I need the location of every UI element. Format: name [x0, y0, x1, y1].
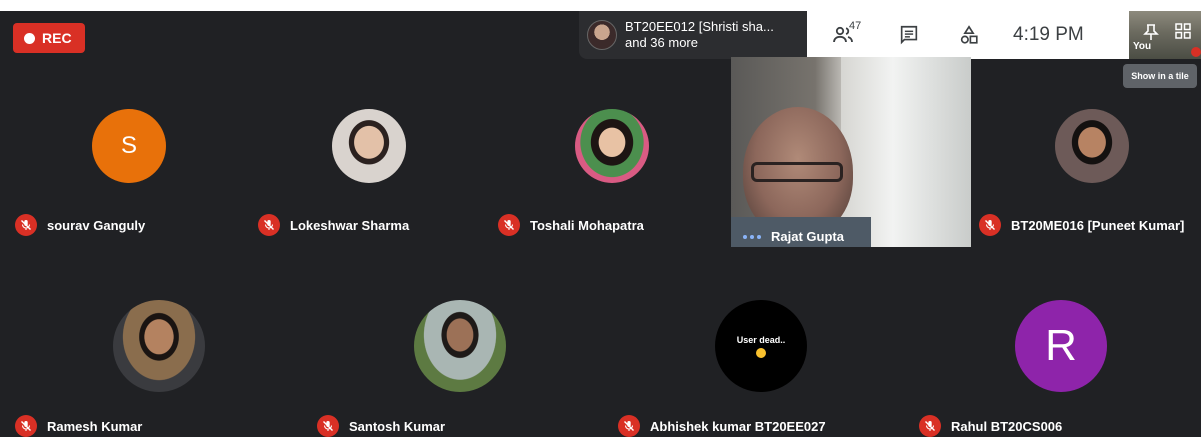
- participant-name: Rahul BT20CS006: [951, 418, 1063, 434]
- top-strip: [0, 0, 1201, 11]
- participant-initial: R: [1045, 321, 1077, 370]
- participant-name-row: Rahul BT20CS006: [919, 415, 1062, 437]
- speaking-indicator-icon: [743, 234, 761, 239]
- participant-photo: [414, 300, 506, 392]
- participant-name: sourav Ganguly: [47, 217, 146, 233]
- presenter-others: and 36 more: [625, 35, 698, 50]
- participant-video-tile[interactable]: Rajat Gupta: [731, 57, 971, 247]
- activities-button[interactable]: [939, 11, 999, 59]
- participant-photo: [332, 109, 406, 183]
- participant-avatar: R: [1015, 300, 1107, 392]
- participant-name-row: BT20ME016 [Puneet Kumar]: [979, 214, 1184, 236]
- participant-name-row: Toshali Mohapatra: [498, 214, 644, 236]
- participant-photo: [1055, 109, 1129, 183]
- mic-off-icon: [979, 214, 1001, 236]
- activities-icon: [960, 25, 978, 44]
- mic-off-icon: [258, 214, 280, 236]
- mic-off-icon: [919, 415, 941, 437]
- participant-name: Santosh Kumar: [349, 418, 446, 434]
- top-toolbar: 47 4:19 PM: [807, 11, 1129, 59]
- pin-icon[interactable]: [1143, 23, 1159, 41]
- presenter-name: BT20EE012 [Shristi sha...: [625, 19, 774, 34]
- mic-off-icon: [15, 214, 37, 236]
- presenter-info[interactable]: BT20EE012 [Shristi sha... and 36 more: [579, 11, 807, 59]
- mic-off-icon: [618, 415, 640, 437]
- participants-button[interactable]: 47: [807, 11, 879, 59]
- show-in-tile-icon[interactable]: [1175, 23, 1191, 39]
- record-dot-icon: [24, 32, 35, 44]
- chat-icon: [900, 25, 918, 45]
- participant-name: Ramesh Kumar: [47, 418, 143, 434]
- clock: 4:19 PM: [1013, 24, 1084, 45]
- meeting-stage: REC BT20EE012 [Shristi sha... and 36 mor…: [0, 11, 1201, 437]
- avatar-text: User dead..: [736, 334, 786, 345]
- mic-off-icon: [498, 214, 520, 236]
- participant-name-row: Abhishek kumar BT20EE027: [618, 415, 826, 437]
- participant-photo: [575, 109, 649, 183]
- mic-off-icon: [15, 415, 37, 437]
- participant-name-row: Rajat Gupta: [743, 229, 844, 244]
- participant-name: Abhishek kumar BT20EE027: [650, 418, 826, 434]
- recording-indicator: REC: [13, 23, 85, 53]
- mic-off-icon: [317, 415, 339, 437]
- participants-count: 47: [849, 20, 862, 32]
- video-glasses: [751, 162, 843, 182]
- participant-name-row: Ramesh Kumar: [15, 415, 142, 437]
- tooltip: Show in a tile: [1123, 64, 1197, 88]
- presenter-avatar: [587, 20, 617, 50]
- participant-name: BT20ME016 [Puneet Kumar]: [1011, 217, 1185, 233]
- participant-name: Lokeshwar Sharma: [290, 217, 410, 233]
- participant-name-row: Lokeshwar Sharma: [258, 214, 409, 236]
- participant-initial: S: [120, 132, 137, 159]
- participant-photo: [113, 300, 205, 392]
- participant-name-row: sourav Ganguly: [15, 214, 145, 236]
- participant-avatar: User dead..: [715, 300, 807, 392]
- chat-button[interactable]: [879, 11, 939, 59]
- self-view-tile[interactable]: You: [1129, 11, 1201, 59]
- emoji-icon: [756, 347, 766, 358]
- participant-name-row: Santosh Kumar: [317, 415, 445, 437]
- self-label: You: [1133, 41, 1152, 52]
- participant-name: Rajat Gupta: [771, 229, 844, 244]
- recording-label: REC: [42, 30, 72, 46]
- participant-name: Toshali Mohapatra: [530, 217, 644, 233]
- participant-avatar: S: [92, 109, 166, 183]
- self-mic-off-icon: [1191, 47, 1201, 57]
